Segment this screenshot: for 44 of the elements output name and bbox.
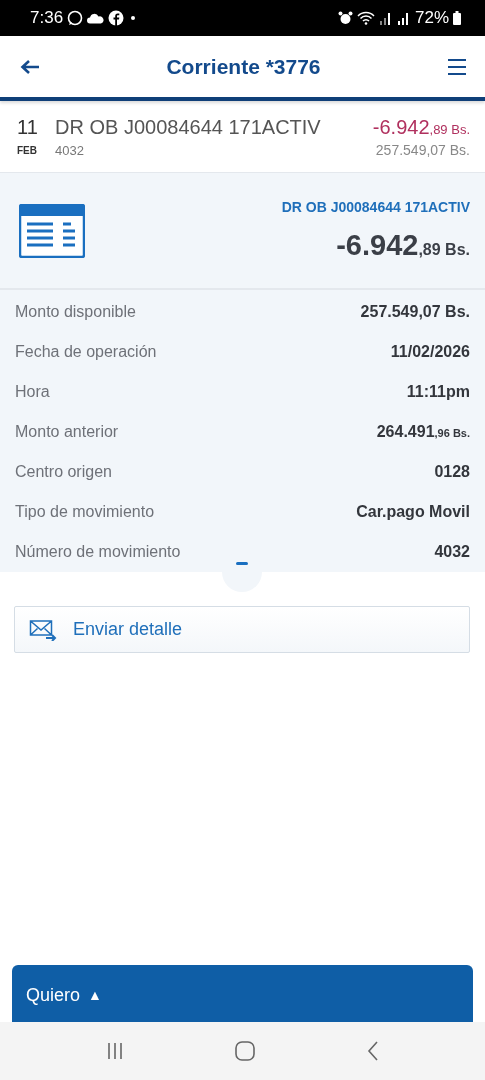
page-title: Corriente *3776 (165, 54, 322, 79)
battery-icon (453, 11, 461, 25)
detail-value: 11/02/2026 (390, 343, 470, 361)
menu-icon (447, 57, 467, 76)
triangle-icon: ▲ (88, 987, 102, 1003)
wifi-icon (356, 11, 375, 25)
detail-label: Monto anterior (15, 423, 119, 441)
minus-icon (236, 562, 248, 565)
detail-value: 257.549,07 Bs. (360, 303, 470, 321)
detail-label: Monto disponible (15, 303, 136, 321)
balance: 257.549,07 Bs. (375, 142, 470, 158)
send-detail-button[interactable]: Enviar detalle (14, 606, 470, 653)
day: 11 (17, 116, 55, 139)
detail-label: Fecha de operación (15, 343, 157, 361)
cloud-icon (87, 12, 105, 24)
detail-label: Tipo de movimiento (15, 503, 155, 521)
detail-value: 0128 (434, 463, 470, 481)
statement-icon (19, 203, 85, 258)
back-arrow-icon (20, 58, 40, 75)
detail-label: Número de movimiento (15, 543, 181, 561)
detail-label: Centro origen (15, 463, 112, 481)
transaction-amount: -6.942,89 Bs. (372, 116, 470, 139)
quiero-panel-toggle[interactable]: Quiero ▲ (12, 965, 473, 1022)
recent-apps-icon (105, 1042, 124, 1060)
detail-value: 4032 (434, 543, 470, 561)
back-icon (367, 1041, 380, 1061)
social-icon (108, 10, 125, 26)
alarm-icon (337, 11, 353, 25)
detail-value: Car.pago Movil (356, 503, 470, 521)
detail-value: 264.491,96 Bs. (376, 423, 470, 441)
clock: 7:36 (30, 8, 64, 28)
reference-number: 4032 (55, 143, 85, 158)
battery-level: 72% (414, 8, 449, 28)
transaction-description: DR OB J00084644 171ACTIV (55, 116, 322, 139)
detail-label: Hora (15, 383, 50, 401)
month: FEB (17, 145, 38, 156)
chat-icon (67, 10, 84, 26)
transaction-amount: -6.942,89 Bs. (336, 229, 470, 262)
detail-value: 11:11pm (406, 383, 470, 401)
home-icon (235, 1041, 256, 1061)
mail-icon (29, 618, 57, 641)
transaction-description: DR OB J00084644 171ACTIV (281, 199, 470, 215)
signal-icon (378, 11, 393, 25)
signal-icon (396, 11, 411, 25)
